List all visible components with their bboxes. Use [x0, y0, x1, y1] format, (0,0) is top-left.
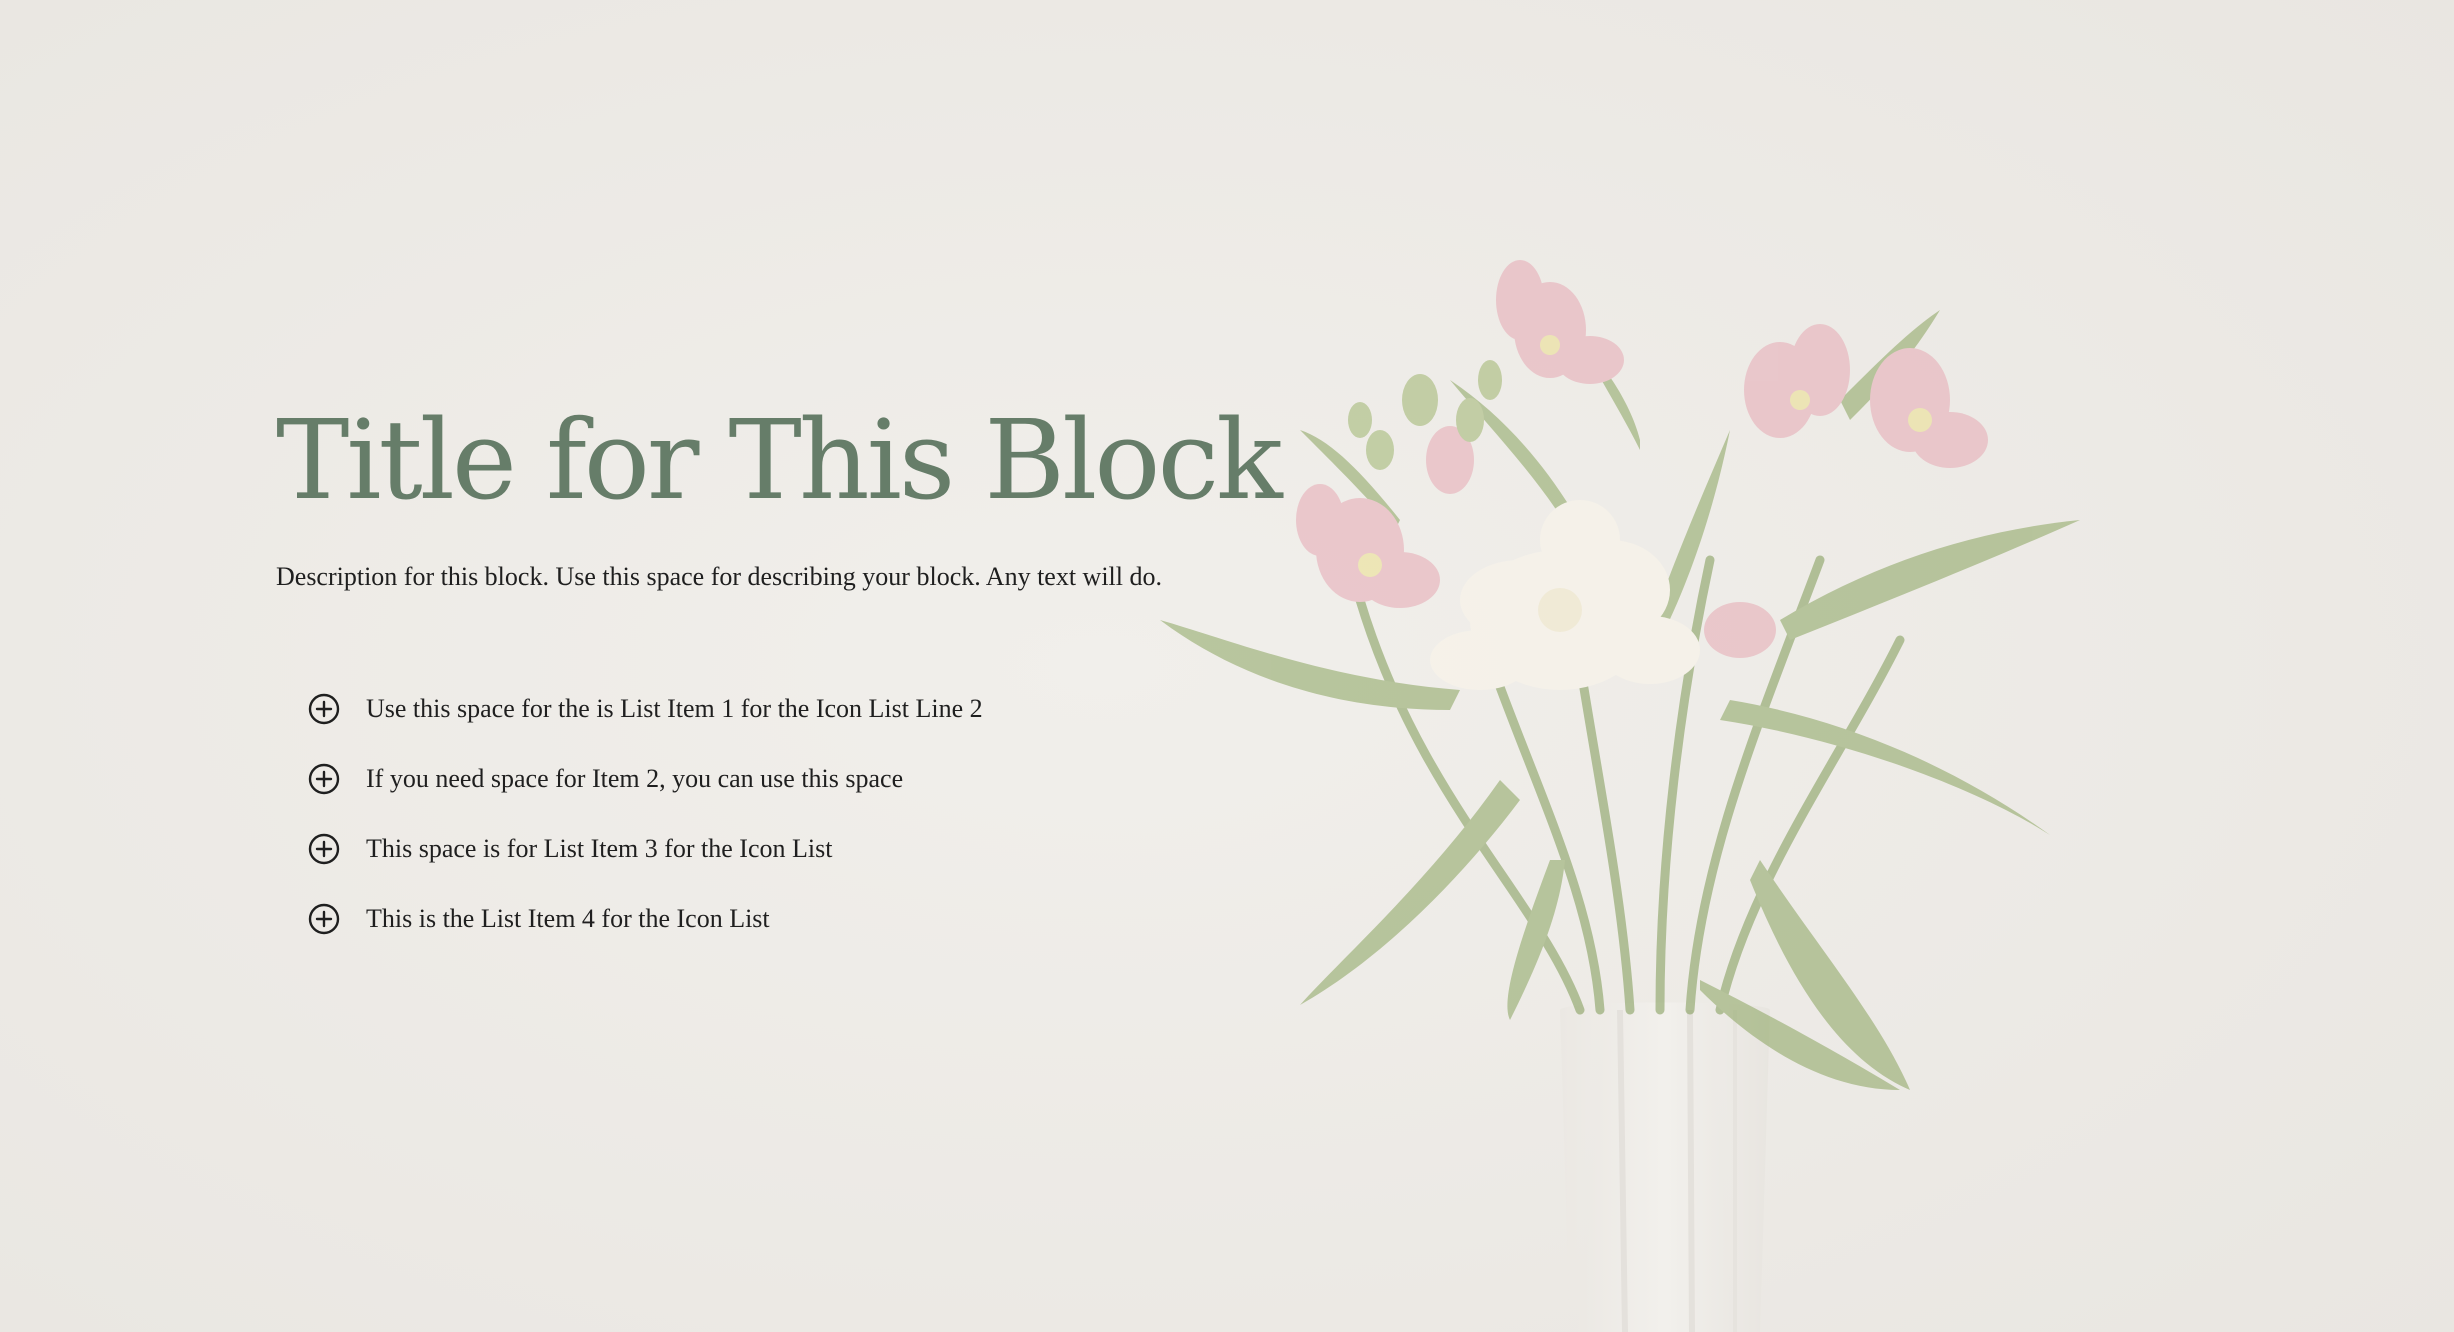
list-item-label: This is the List Item 4 for the Icon Lis… — [366, 904, 770, 933]
content-block: Title for This Block Description for thi… — [276, 395, 1476, 967]
plus-circle-icon — [308, 903, 340, 935]
list-item-label: If you need space for Item 2, you can us… — [366, 764, 904, 793]
list-item-label: Use this space for the is List Item 1 fo… — [366, 694, 983, 723]
list-item: Use this space for the is List Item 1 fo… — [308, 687, 1476, 731]
list-item-label: This space is for List Item 3 for the Ic… — [366, 834, 833, 863]
list-item: If you need space for Item 2, you can us… — [308, 757, 1476, 801]
plus-circle-icon — [308, 763, 340, 795]
block-title: Title for This Block — [276, 396, 1283, 524]
block-description: Description for this block. Use this spa… — [276, 562, 1163, 591]
plus-circle-icon — [308, 693, 340, 725]
list-item: This is the List Item 4 for the Icon Lis… — [308, 897, 1476, 941]
plus-circle-icon — [308, 833, 340, 865]
vase — [1560, 1002, 1770, 1332]
list-item: This space is for List Item 3 for the Ic… — [308, 827, 1476, 871]
icon-list: Use this space for the is List Item 1 fo… — [308, 687, 1476, 941]
